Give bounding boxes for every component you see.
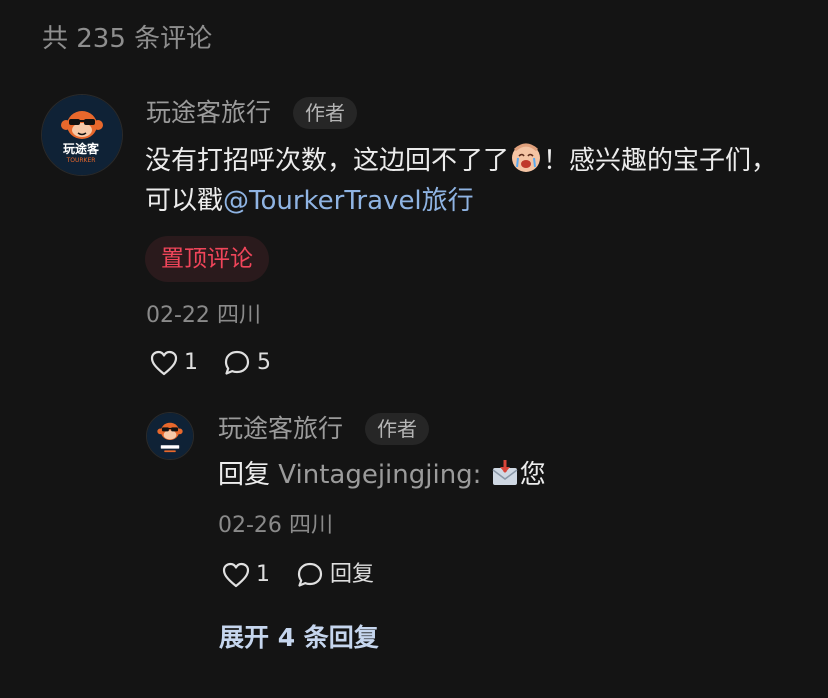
reply-to-reply-button[interactable]: 回复 — [296, 560, 374, 590]
comments-panel: 共 235 条评论 玩途客 TOURKER 玩途客旅行 作者 没有打招呼次数，这… — [0, 0, 828, 698]
expand-replies-button[interactable]: 展开 4 条回复 — [219, 620, 379, 656]
comment-bubble-icon — [297, 562, 323, 587]
pinned-comment-tag: 置顶评论 — [145, 236, 269, 282]
reply-prefix: 回复 — [218, 460, 271, 490]
comment-meta: 02-22 四川 — [146, 300, 261, 332]
comment-text-part: 没有打招呼次数，这边回不了了 — [145, 146, 510, 176]
reply-count: 5 — [257, 350, 271, 375]
reply-avatar[interactable] — [146, 412, 194, 460]
avatar-logo-text: 玩途客 — [62, 142, 99, 156]
reply-author-badge: 作者 — [365, 413, 429, 445]
reply-text-body: 您 — [519, 460, 546, 490]
inbox-tray-emoji-icon — [490, 458, 520, 501]
reply-like-button[interactable]: 1 — [222, 560, 270, 590]
author-badge: 作者 — [293, 97, 357, 129]
comment-count: 共 235 条评论 — [42, 24, 213, 54]
mention-link[interactable]: @TourkerTravel旅行 — [223, 186, 474, 216]
heart-icon — [150, 350, 178, 376]
reply-meta: 02-26 四川 — [218, 510, 333, 542]
comment-date: 02-22 — [146, 303, 210, 328]
reply-like-count: 1 — [256, 562, 270, 587]
crying-face-emoji-icon — [509, 140, 543, 187]
reply-to-user[interactable]: Vintagejingjing: — [278, 460, 481, 490]
heart-icon — [222, 562, 250, 588]
reply-location: 四川 — [288, 513, 333, 538]
comment-author-name[interactable]: 玩途客旅行 — [146, 95, 271, 131]
like-count: 1 — [184, 350, 198, 375]
comment-text-part: ！感兴趣的宝子们， — [543, 146, 778, 176]
comment-text-part: 可以戳 — [145, 186, 224, 216]
reply-text: 回复 Vintagejingjing: 您 — [218, 454, 546, 501]
like-button[interactable]: 1 — [150, 348, 198, 378]
reply-button[interactable]: 5 — [223, 348, 271, 378]
avatar-logo-subtext: TOURKER — [66, 157, 96, 164]
reply-date: 02-26 — [218, 513, 282, 538]
comment-location: 四川 — [216, 303, 261, 328]
reply-button-label: 回复 — [330, 562, 375, 587]
comment-bubble-icon — [224, 350, 250, 375]
reply-author-name[interactable]: 玩途客旅行 — [218, 411, 343, 447]
tourker-logo-icon — [147, 413, 193, 459]
comment-text-line2: 可以戳@TourkerTravel旅行 — [145, 180, 474, 222]
